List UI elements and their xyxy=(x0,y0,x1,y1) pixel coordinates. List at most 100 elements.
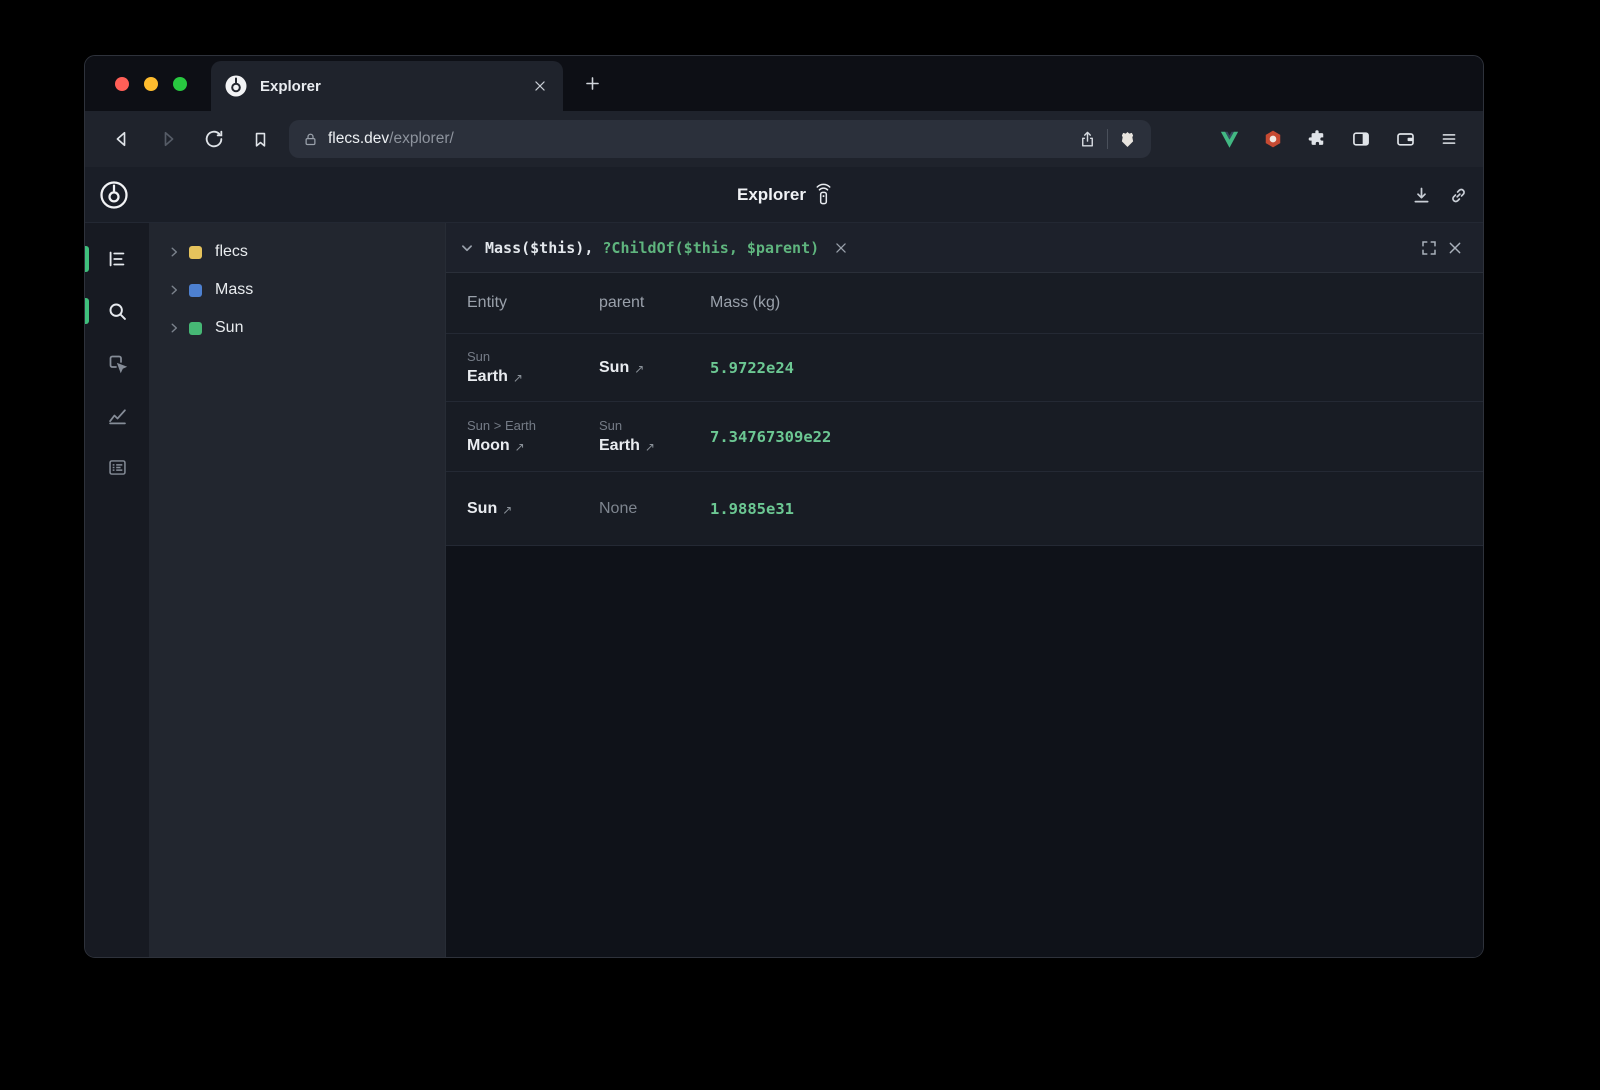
page-title: Explorer xyxy=(737,185,806,205)
parent-cell: None xyxy=(599,500,710,518)
chevron-right-icon[interactable] xyxy=(167,245,181,259)
entity-name: Earth xyxy=(467,368,508,386)
module-color-swatch xyxy=(189,246,202,259)
query-clear-icon[interactable] xyxy=(834,241,848,255)
flecs-favicon-icon xyxy=(224,74,248,98)
tree-item-label: flecs xyxy=(215,243,248,261)
tree-item-label: Sun xyxy=(215,319,243,337)
query-search-panel-button[interactable] xyxy=(85,285,149,337)
extension-area xyxy=(1215,125,1463,153)
query-results-table: Entity parent Mass (kg) Sun Earth ↗ Sun ↗ … xyxy=(446,273,1483,546)
parent-link[interactable]: Sun ↗ xyxy=(599,359,710,377)
maximize-window-button[interactable] xyxy=(173,77,187,91)
inspector-panel-button[interactable] xyxy=(85,337,149,389)
header-actions xyxy=(1411,167,1469,223)
empty-results-area xyxy=(446,546,1483,957)
app-header: Explorer xyxy=(85,167,1483,223)
hexagon-extension-icon[interactable] xyxy=(1259,125,1287,153)
stats-panel-button[interactable] xyxy=(85,389,149,441)
browser-tab[interactable]: Explorer xyxy=(211,61,563,111)
link-arrow-icon: ↗ xyxy=(515,440,525,454)
mass-value: 1.9885e31 xyxy=(710,500,1483,518)
link-icon[interactable] xyxy=(1448,185,1469,206)
entity-tree-panel-button[interactable] xyxy=(85,233,149,285)
share-icon[interactable] xyxy=(1078,130,1097,149)
commands-panel-button[interactable] xyxy=(85,441,149,493)
browser-window: Explorer flecs.dev/explorer/ xyxy=(84,55,1484,958)
address-bar[interactable]: flecs.dev/explorer/ xyxy=(289,120,1151,158)
entity-link[interactable]: Sun ↗ xyxy=(467,500,599,518)
flecs-logo-icon xyxy=(99,180,129,210)
window-controls xyxy=(85,56,211,111)
link-arrow-icon: ↗ xyxy=(634,362,644,376)
page-body: flecs Mass Sun xyxy=(85,223,1483,957)
browser-toolbar: flecs.dev/explorer/ xyxy=(85,111,1483,167)
forward-button[interactable] xyxy=(151,122,185,156)
tree-item-mass[interactable]: Mass xyxy=(149,271,445,309)
entity-cell: Sun ↗ xyxy=(467,500,599,518)
tab-strip: Explorer xyxy=(85,56,1483,111)
remote-connection-icon[interactable] xyxy=(816,183,831,206)
entity-cell: Sun Earth ↗ xyxy=(467,349,599,386)
query-expression[interactable]: Mass($this), ?ChildOf($this, $parent) xyxy=(485,239,819,257)
entity-link[interactable]: Earth ↗ xyxy=(467,368,599,386)
component-color-swatch xyxy=(189,284,202,297)
tree-item-flecs[interactable]: flecs xyxy=(149,233,445,271)
tree-item-label: Mass xyxy=(215,281,253,299)
entity-link[interactable]: Moon↗ xyxy=(467,437,599,455)
extensions-puzzle-icon[interactable] xyxy=(1303,125,1331,153)
chevron-right-icon[interactable] xyxy=(167,283,181,297)
sidebar-toggle-icon[interactable] xyxy=(1347,125,1375,153)
download-icon[interactable] xyxy=(1411,185,1432,206)
column-header-parent: parent xyxy=(599,294,710,312)
tab-title: Explorer xyxy=(260,78,521,95)
reload-button[interactable] xyxy=(197,122,231,156)
entity-name: Sun xyxy=(467,500,497,518)
close-window-button[interactable] xyxy=(115,77,129,91)
parent-link[interactable]: Earth ↗ xyxy=(599,437,710,455)
query-term-childof: ?ChildOf($this, $parent) xyxy=(602,239,819,257)
table-header-row: Entity parent Mass (kg) xyxy=(446,273,1483,333)
parent-cell: Sun Earth ↗ xyxy=(599,418,710,455)
parent-none-label: None xyxy=(599,500,710,518)
back-button[interactable] xyxy=(105,122,139,156)
minimize-window-button[interactable] xyxy=(144,77,158,91)
url-text: flecs.dev/explorer/ xyxy=(328,130,454,148)
entity-path: Sun xyxy=(467,349,599,364)
menu-icon[interactable] xyxy=(1435,125,1463,153)
link-arrow-icon: ↗ xyxy=(513,371,523,385)
query-panel: Mass($this), ?ChildOf($this, $parent) En… xyxy=(445,223,1483,957)
table-row: Sun > Earth Moon↗ Sun Earth ↗ 7.34767309e… xyxy=(446,401,1483,471)
brave-shield-icon[interactable] xyxy=(1118,129,1137,150)
vue-devtools-icon[interactable] xyxy=(1215,125,1243,153)
close-panel-icon[interactable] xyxy=(1447,240,1463,256)
divider xyxy=(1107,129,1108,149)
link-arrow-icon: ↗ xyxy=(645,440,655,454)
table-row: Sun Earth ↗ Sun ↗ 5.9722e24 xyxy=(446,333,1483,401)
entity-path: Sun > Earth xyxy=(467,418,599,433)
wallet-icon[interactable] xyxy=(1391,125,1419,153)
left-icon-strip xyxy=(85,223,149,957)
parent-cell: Sun ↗ xyxy=(599,359,710,377)
query-bar: Mass($this), ?ChildOf($this, $parent) xyxy=(446,223,1483,273)
chevron-right-icon[interactable] xyxy=(167,321,181,335)
query-term-mass: Mass($this), xyxy=(485,239,602,257)
mass-value: 5.9722e24 xyxy=(710,359,1483,377)
entity-cell: Sun > Earth Moon↗ xyxy=(467,418,599,455)
parent-name: Sun xyxy=(599,359,629,377)
table-row: Sun ↗ None 1.9885e31 xyxy=(446,471,1483,545)
parent-name: Earth xyxy=(599,437,640,455)
mass-value: 7.34767309e22 xyxy=(710,428,1483,446)
tree-item-sun[interactable]: Sun xyxy=(149,309,445,347)
lock-icon xyxy=(303,132,318,147)
tab-close-icon[interactable] xyxy=(533,79,547,93)
column-header-mass: Mass (kg) xyxy=(710,294,1483,312)
bookmark-icon[interactable] xyxy=(243,122,277,156)
entity-color-swatch xyxy=(189,322,202,335)
chevron-down-icon[interactable] xyxy=(458,239,476,257)
parent-path: Sun xyxy=(599,418,710,433)
url-domain: flecs.dev xyxy=(328,130,389,147)
link-arrow-icon: ↗ xyxy=(502,503,512,517)
expand-panel-icon[interactable] xyxy=(1420,239,1438,257)
new-tab-button[interactable] xyxy=(583,56,602,111)
